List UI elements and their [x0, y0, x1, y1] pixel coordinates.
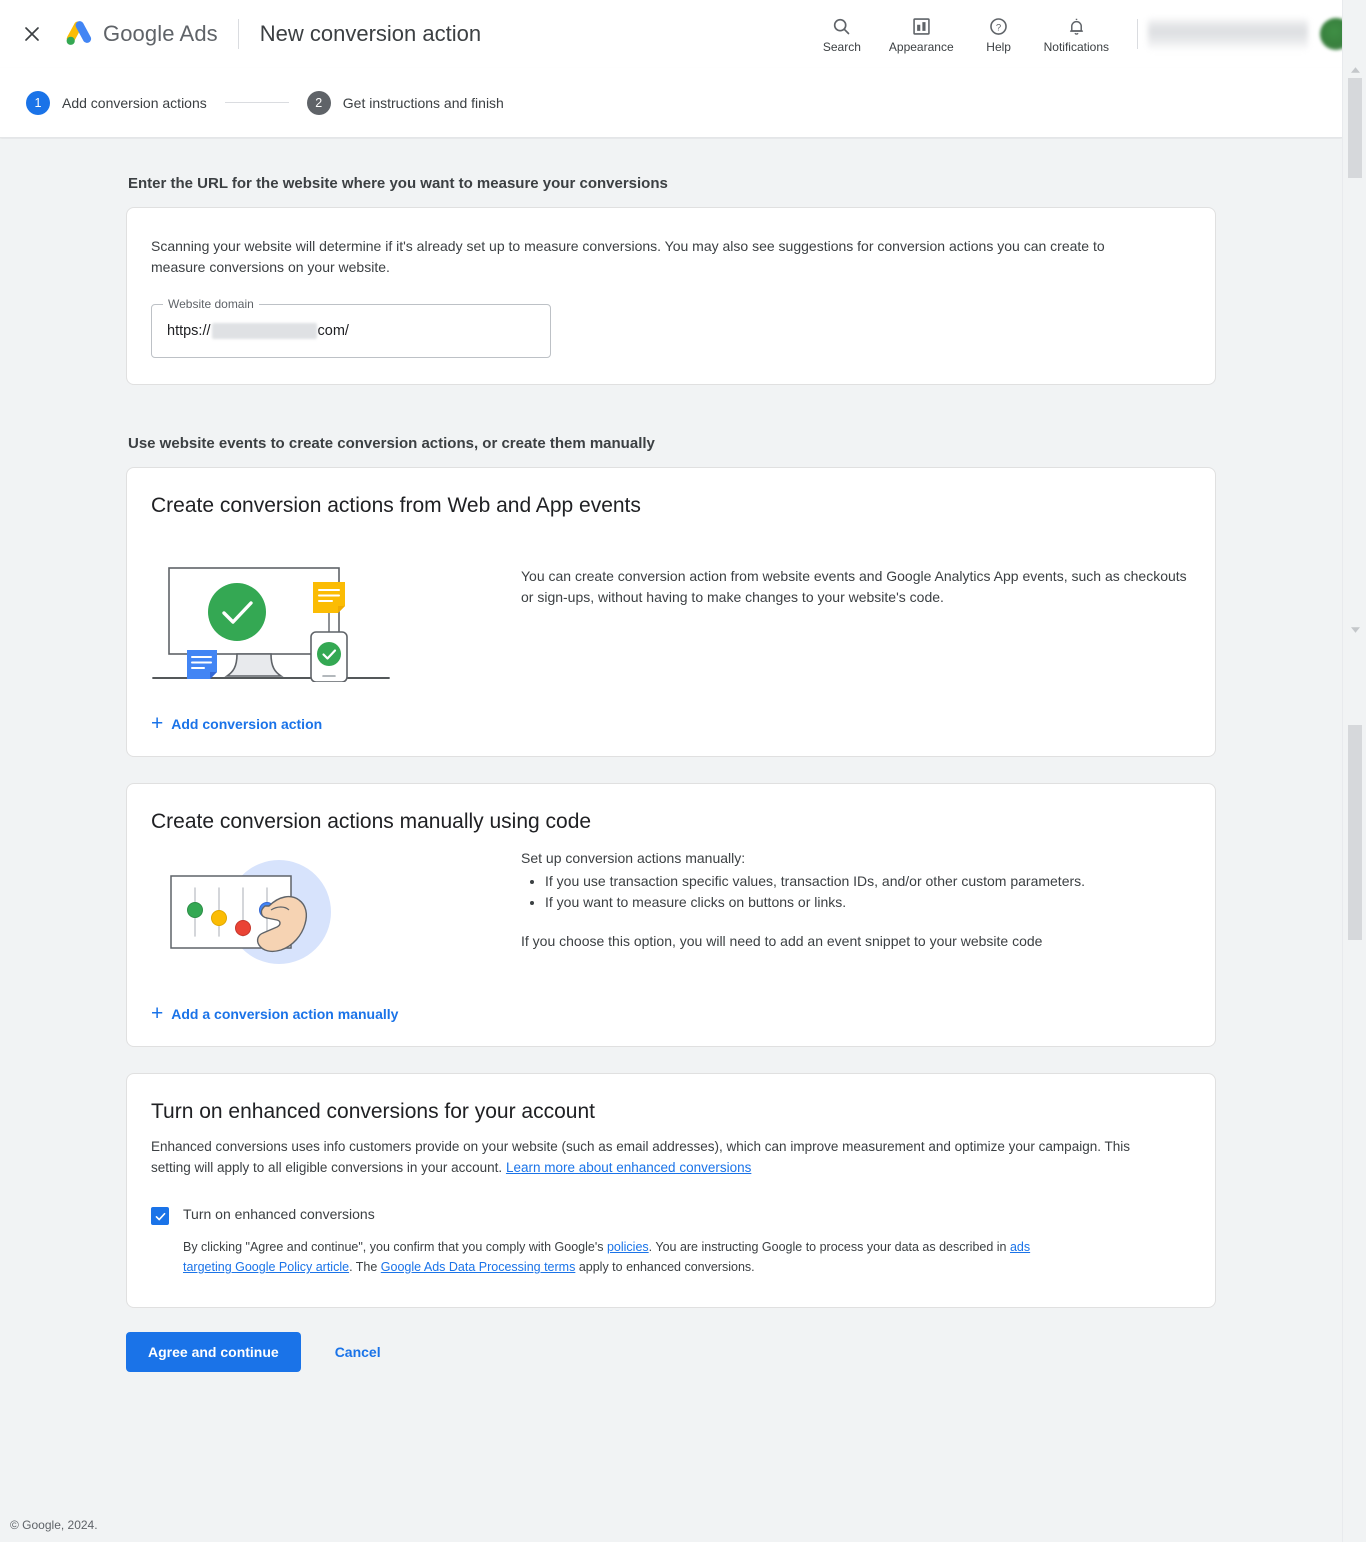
account-divider: [1137, 19, 1138, 49]
add-conversion-action-label: Add conversion action: [171, 715, 323, 732]
form-actions: Agree and continue Cancel: [126, 1332, 1216, 1372]
check-icon: [155, 1212, 165, 1220]
cancel-button[interactable]: Cancel: [321, 1332, 395, 1372]
help-icon: ?: [988, 14, 1009, 38]
url-description: Scanning your website will determine if …: [151, 238, 1105, 275]
domain-redacted: [211, 323, 317, 339]
data-processing-terms-link[interactable]: Google Ads Data Processing terms: [381, 1260, 576, 1274]
step-1-label: Add conversion actions: [62, 94, 207, 111]
notifications-icon: [1066, 14, 1087, 38]
notifications-button[interactable]: Notifications: [1030, 14, 1123, 54]
website-url-card: Scanning your website will determine if …: [126, 207, 1216, 385]
appearance-icon: [911, 14, 932, 38]
scrollbar-thumb-inner[interactable]: [1348, 725, 1362, 940]
notifications-label: Notifications: [1043, 40, 1109, 54]
manual-bullet-list: If you use transaction specific values, …: [521, 871, 1085, 913]
add-conversion-action-manually-link[interactable]: + Add a conversion action manually: [151, 1003, 398, 1024]
url-section-heading: Enter the URL for the website where you …: [128, 175, 668, 192]
step-1-number: 1: [26, 90, 50, 115]
search-button[interactable]: Search: [809, 14, 875, 54]
domain-suffix: com/: [317, 323, 349, 339]
stepper: 1 Add conversion actions 2 Get instructi…: [0, 68, 1342, 138]
manual-outro: If you choose this option, you will need…: [521, 933, 1043, 949]
manual-bullet: If you want to measure clicks on buttons…: [545, 892, 1085, 913]
step-2-label: Get instructions and finish: [342, 94, 504, 111]
step-2-number: 2: [306, 90, 331, 115]
enhanced-conversions-description: Enhanced conversions uses info customers…: [151, 1136, 1171, 1178]
step-connector: [224, 102, 289, 103]
search-label: Search: [822, 40, 861, 54]
legal-text-3: . The: [349, 1260, 381, 1274]
main-content: Enter the URL for the website where you …: [0, 139, 1342, 1507]
web-app-events-body: You can create conversion action from we…: [521, 568, 1187, 605]
legal-text-2: . You are instructing Google to process …: [648, 1240, 1010, 1254]
top-bar: Google Ads New conversion action Search: [0, 0, 1366, 68]
website-domain-input[interactable]: Website domain https:// com/: [151, 297, 551, 358]
step-get-instructions-and-finish[interactable]: 2 Get instructions and finish: [306, 90, 504, 115]
enhanced-conversions-title: Turn on enhanced conversions for your ac…: [151, 1100, 595, 1123]
monitor-check-illustration: [151, 526, 521, 687]
add-conversion-action-link[interactable]: + Add conversion action: [151, 713, 322, 734]
appearance-button[interactable]: Appearance: [875, 14, 968, 54]
enhanced-conversions-checkbox-row[interactable]: Turn on enhanced conversions: [151, 1206, 1191, 1225]
manual-code-body: Set up conversion actions manually: If y…: [521, 842, 1085, 952]
legal-text-1: By clicking "Agree and continue", you co…: [183, 1240, 607, 1254]
vertical-scrollbar[interactable]: [1342, 0, 1366, 1542]
enhanced-conversions-checkbox[interactable]: [151, 1207, 169, 1225]
learn-more-enhanced-conversions-link[interactable]: Learn more about enhanced conversions: [506, 1160, 751, 1175]
enhanced-conversions-card: Turn on enhanced conversions for your ac…: [126, 1073, 1216, 1308]
account-name-redacted: [1148, 17, 1308, 51]
web-app-events-card: Create conversion actions from Web and A…: [126, 467, 1216, 757]
events-section-heading: Use website events to create conversion …: [128, 435, 655, 452]
manual-code-title: Create conversion actions manually using…: [151, 810, 592, 833]
scroll-up-icon[interactable]: [1343, 60, 1366, 80]
scroll-down-icon[interactable]: [1343, 620, 1366, 640]
appearance-label: Appearance: [888, 40, 954, 54]
manual-bullet: If you use transaction specific values, …: [545, 871, 1085, 892]
svg-text:?: ?: [996, 22, 1001, 33]
agree-and-continue-button[interactable]: Agree and continue: [126, 1332, 301, 1372]
page-footer: © Google, 2024.: [0, 1507, 1342, 1542]
sliders-hand-illustration: [151, 842, 521, 977]
search-icon: [831, 14, 852, 38]
domain-prefix: https://: [167, 323, 211, 339]
legal-text-4: apply to enhanced conversions.: [575, 1260, 755, 1274]
website-domain-value: https:// com/: [167, 323, 349, 339]
google-ads-logo-icon: [66, 21, 92, 45]
google-ads-brand[interactable]: Google Ads: [64, 20, 218, 48]
copyright-text: © Google, 2024.: [10, 1517, 98, 1532]
help-label: Help: [986, 40, 1011, 54]
top-bar-actions: Search Appearance ? Help Notifications: [809, 0, 1366, 68]
add-manually-label: Add a conversion action manually: [171, 1005, 399, 1022]
scrollbar-thumb-outer[interactable]: [1348, 78, 1362, 178]
title-divider: [237, 19, 239, 49]
enhanced-conversions-checkbox-label: Turn on enhanced conversions: [183, 1206, 375, 1222]
brand-label: Google Ads: [103, 21, 218, 46]
enhanced-conversions-legal-text: By clicking "Agree and continue", you co…: [183, 1237, 1053, 1277]
new-conversion-action-page: Google Ads New conversion action Search: [0, 0, 1366, 1542]
close-icon[interactable]: [18, 20, 46, 48]
manual-code-card: Create conversion actions manually using…: [126, 783, 1216, 1047]
help-button[interactable]: ? Help: [968, 14, 1030, 54]
plus-icon: +: [151, 712, 164, 735]
manual-intro: Set up conversion actions manually:: [521, 850, 746, 866]
policies-link[interactable]: policies: [607, 1240, 649, 1254]
step-add-conversion-actions[interactable]: 1 Add conversion actions: [26, 90, 207, 115]
account-switcher[interactable]: [1148, 17, 1366, 51]
web-app-events-title: Create conversion actions from Web and A…: [151, 494, 641, 517]
page-title: New conversion action: [259, 21, 482, 46]
website-domain-label: Website domain: [163, 297, 259, 311]
plus-icon: +: [151, 1002, 164, 1025]
